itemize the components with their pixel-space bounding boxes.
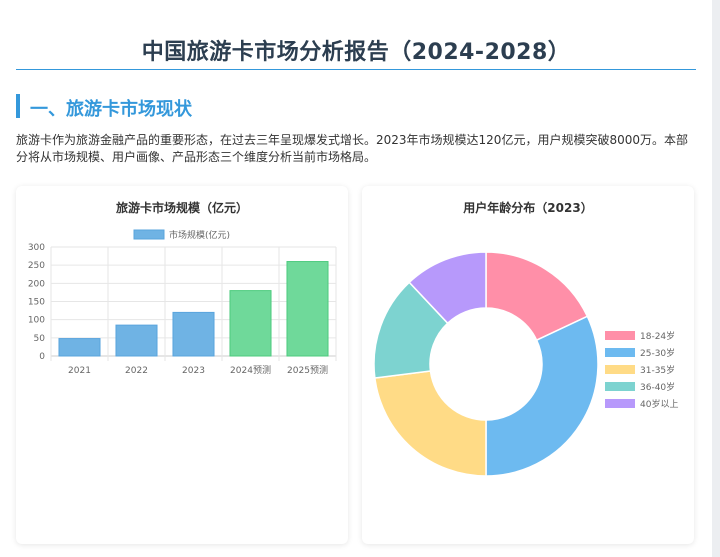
age-distribution-card: 用户年龄分布（2023） 18-24岁 25-30岁 31-35岁 36-40岁 40岁… [362, 186, 694, 544]
bar-chart-title: 旅游卡市场规模（亿元） [115, 201, 248, 215]
legend-label-31-35岁: 31-35岁 [640, 364, 675, 376]
bar-2025预测 [286, 261, 329, 357]
legend-label-25-30岁: 25-30岁 [640, 347, 675, 359]
legend-swatch-40岁以上 [605, 399, 635, 408]
bar-2021 [58, 338, 101, 357]
pie-chart-title: 用户年龄分布（2023） [463, 201, 593, 215]
market-size-card: 旅游卡市场规模（亿元） 市场规模(亿元) 0 50 100 150 200 250 300 20… [16, 186, 348, 544]
legend-swatch-market-size [133, 229, 165, 240]
y-tick-label: 0 [39, 352, 45, 362]
donut-chart: 18-24岁 25-30岁 31-35岁 36-40岁 40岁以上 [373, 251, 678, 477]
slice-25-30岁 [485, 315, 599, 477]
intro-paragraph: 旅游卡作为旅游金融产品的重要形态，在过去三年呈现爆发式增长。2023年市场规模达… [16, 133, 688, 164]
bar-2023 [172, 311, 215, 357]
legend-label-market-size: 市场规模(亿元) [169, 229, 230, 241]
title-divider [16, 69, 696, 70]
y-tick-label: 200 [28, 279, 45, 289]
y-tick-label: 250 [28, 261, 45, 271]
report-page: 中国旅游卡市场分析报告（2024-2028） 一、旅游卡市场现状 旅游卡作为旅游… [0, 0, 712, 557]
x-tick-label: 2022 [125, 366, 148, 376]
y-tick-label: 100 [28, 316, 45, 326]
y-tick-label: 150 [28, 298, 45, 308]
legend-swatch-25-30岁 [605, 348, 635, 357]
bar-chart: 市场规模(亿元) 0 50 100 150 200 250 300 2021 2022 2023 20… [28, 229, 337, 376]
page-title: 中国旅游卡市场分析报告（2024-2028） [141, 40, 571, 65]
legend-label-36-40岁: 36-40岁 [640, 381, 675, 393]
y-tick-label: 300 [28, 243, 45, 253]
x-tick-label: 2024预测 [230, 365, 271, 376]
legend-swatch-18-24岁 [605, 331, 635, 340]
section-heading: 一、旅游卡市场现状 [30, 99, 192, 120]
legend-label-40岁以上: 40岁以上 [640, 398, 678, 410]
legend-swatch-36-40岁 [605, 382, 635, 391]
legend-swatch-31-35岁 [605, 365, 635, 374]
x-tick-label: 2021 [68, 366, 91, 376]
section-accent-bar [16, 94, 20, 118]
legend-label-18-24岁: 18-24岁 [640, 330, 675, 342]
y-tick-label: 50 [34, 334, 46, 344]
bar-2022 [115, 324, 158, 357]
x-tick-label: 2025预测 [287, 365, 328, 376]
x-tick-label: 2023 [182, 366, 205, 376]
slice-31-35岁 [374, 370, 487, 477]
scrollbar-track[interactable] [712, 0, 720, 557]
bar-2024预测 [229, 290, 272, 357]
